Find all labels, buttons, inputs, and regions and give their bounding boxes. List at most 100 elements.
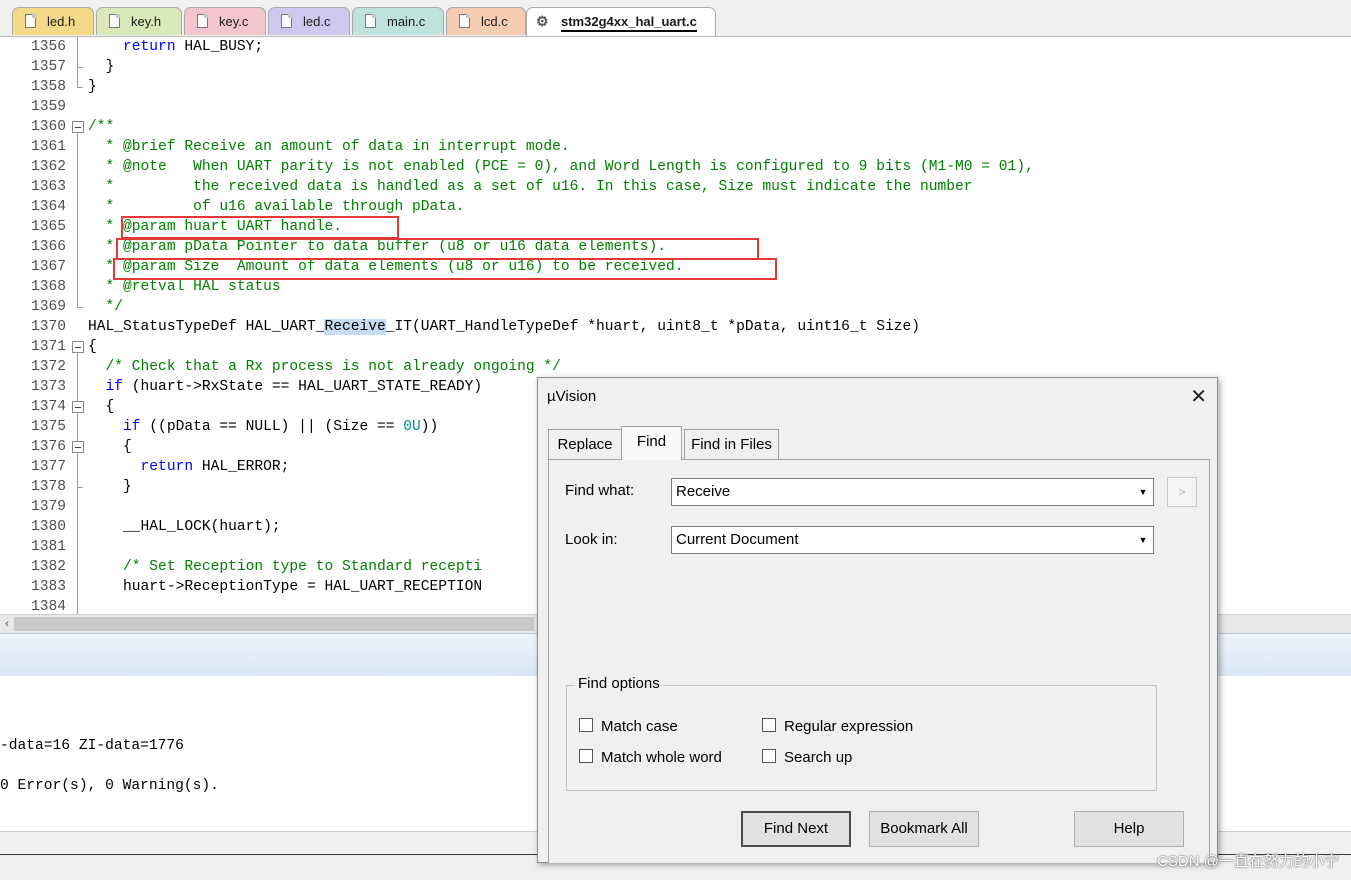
find-what-value: Receive bbox=[676, 483, 731, 500]
find-panel: Find what: Receive ▼ > Look in: Current … bbox=[548, 459, 1210, 863]
line-number: 1373 bbox=[30, 379, 66, 395]
line-number: 1366 bbox=[30, 239, 66, 255]
fold-toggle-icon[interactable] bbox=[72, 441, 84, 453]
fold-toggle-icon[interactable] bbox=[72, 121, 84, 133]
code-line: 1370 HAL_StatusTypeDef HAL_UART_Receive_… bbox=[0, 317, 1351, 337]
tab-lcd-c[interactable]: lcd.c bbox=[446, 7, 526, 35]
chevron-left-icon[interactable]: ‹ bbox=[0, 615, 14, 633]
file-icon bbox=[25, 14, 36, 28]
code-line: 1360 /** bbox=[0, 117, 1351, 137]
code-line: 1372 /* Check that a Rx process is not a… bbox=[0, 357, 1351, 377]
line-number: 1376 bbox=[30, 439, 66, 455]
code-text: HAL_StatusTypeDef HAL_UART_Receive_IT(UA… bbox=[88, 319, 920, 335]
bookmark-all-button[interactable]: Bookmark All bbox=[869, 811, 979, 847]
line-number: 1378 bbox=[30, 479, 66, 495]
match-whole-word-checkbox[interactable]: Match whole word bbox=[579, 749, 722, 766]
code-text: /* Set Reception type to Standard recept… bbox=[123, 559, 483, 575]
line-number: 1363 bbox=[30, 179, 66, 195]
code-text: } bbox=[123, 479, 132, 495]
find-what-combobox[interactable]: Receive ▼ bbox=[671, 478, 1154, 506]
tab-key-h[interactable]: key.h bbox=[96, 7, 182, 35]
tab-led-h[interactable]: led.h bbox=[12, 7, 94, 35]
code-text: huart->ReceptionType = HAL_UART_RECEPTIO… bbox=[123, 579, 483, 595]
checkbox-icon bbox=[579, 718, 593, 732]
chevron-down-icon[interactable]: ▼ bbox=[1134, 480, 1152, 504]
file-tab-bar: led.h key.h key.c led.c main.c lcd.c ⚙ s… bbox=[0, 0, 1351, 37]
code-text: * @retval HAL status bbox=[88, 279, 281, 295]
gear-icon: ⚙ bbox=[536, 13, 549, 29]
fold-toggle-icon[interactable] bbox=[72, 341, 84, 353]
output-line: -data=16 ZI-data=1776 bbox=[0, 738, 184, 754]
close-icon[interactable]: ✕ bbox=[1190, 384, 1207, 409]
chevron-down-icon[interactable]: ▼ bbox=[1134, 528, 1152, 552]
tab-key-c[interactable]: key.c bbox=[184, 7, 266, 35]
code-text: */ bbox=[88, 299, 124, 315]
find-dialog: µVision ✕ Replace Find Find in Files Fin… bbox=[537, 377, 1218, 863]
code-line: 1364 * of u16 available through pData. bbox=[0, 197, 1351, 217]
code-line: 1371 { bbox=[0, 337, 1351, 357]
code-text: if (huart->RxState == HAL_UART_STATE_REA… bbox=[105, 379, 483, 395]
code-text: } bbox=[105, 59, 115, 75]
annotation-box bbox=[116, 238, 759, 260]
look-in-value: Current Document bbox=[676, 531, 799, 548]
line-number: 1381 bbox=[30, 539, 66, 555]
match-case-checkbox[interactable]: Match case bbox=[579, 718, 678, 735]
find-next-button[interactable]: Find Next bbox=[741, 811, 851, 847]
line-number: 1370 bbox=[30, 319, 66, 335]
tab-stm32g4xx-hal-uart-c[interactable]: ⚙ stm32g4xx_hal_uart.c bbox=[526, 7, 716, 36]
tab-led-c[interactable]: led.c bbox=[268, 7, 350, 35]
code-text: * @brief Receive an amount of data in in… bbox=[88, 139, 570, 155]
look-in-combobox[interactable]: Current Document ▼ bbox=[671, 526, 1154, 554]
fold-toggle-icon[interactable] bbox=[72, 401, 84, 413]
regular-expression-checkbox[interactable]: Regular expression bbox=[762, 718, 913, 735]
line-number: 1362 bbox=[30, 159, 66, 175]
tab-find[interactable]: Find bbox=[621, 426, 682, 460]
line-number: 1382 bbox=[30, 559, 66, 575]
code-line: 1361 * @brief Receive an amount of data … bbox=[0, 137, 1351, 157]
code-text: { bbox=[123, 439, 132, 455]
code-text: { bbox=[88, 339, 97, 355]
code-line: 1369 */ bbox=[0, 297, 1351, 317]
code-text: /* Check that a Rx process is not alread… bbox=[88, 359, 561, 375]
line-number: 1375 bbox=[30, 419, 66, 435]
code-line: 1359 bbox=[0, 97, 1351, 117]
file-icon bbox=[109, 14, 120, 28]
line-number: 1357 bbox=[30, 59, 66, 75]
tab-find-in-files[interactable]: Find in Files bbox=[684, 429, 779, 459]
code-line: 1356 return HAL_BUSY; bbox=[0, 37, 1351, 57]
annotation-box bbox=[113, 258, 777, 280]
watermark: CSDN @一直在努力的小宁 bbox=[1157, 853, 1339, 870]
find-options-group: Find options Match case Regular expressi… bbox=[566, 675, 1157, 791]
file-icon bbox=[197, 14, 208, 28]
look-in-label: Look in: bbox=[565, 531, 618, 548]
line-number: 1364 bbox=[30, 199, 66, 215]
annotation-box bbox=[121, 216, 399, 239]
scrollbar-thumb[interactable] bbox=[14, 617, 534, 631]
more-button[interactable]: > bbox=[1167, 477, 1197, 507]
line-number: 1377 bbox=[30, 459, 66, 475]
checkbox-icon bbox=[579, 749, 593, 763]
search-highlight: Receive bbox=[324, 319, 386, 335]
find-what-label: Find what: bbox=[565, 482, 635, 499]
line-number: 1368 bbox=[30, 279, 66, 295]
line-number: 1379 bbox=[30, 499, 66, 515]
code-text: /** bbox=[88, 119, 115, 135]
code-text: * the received data is handled as a set … bbox=[88, 179, 973, 195]
tab-main-c[interactable]: main.c bbox=[352, 7, 444, 35]
line-number: 1360 bbox=[30, 119, 66, 135]
line-number: 1358 bbox=[30, 79, 66, 95]
code-text: return HAL_ERROR; bbox=[140, 459, 290, 475]
line-number: 1383 bbox=[30, 579, 66, 595]
line-number: 1374 bbox=[30, 399, 66, 415]
search-up-checkbox[interactable]: Search up bbox=[762, 749, 852, 766]
help-button[interactable]: Help bbox=[1074, 811, 1184, 847]
find-options-title: Find options bbox=[575, 675, 663, 692]
output-line: 0 Error(s), 0 Warning(s). bbox=[0, 778, 219, 794]
line-number: 1371 bbox=[30, 339, 66, 355]
code-line: 1363 * the received data is handled as a… bbox=[0, 177, 1351, 197]
file-icon bbox=[281, 14, 292, 28]
tab-replace[interactable]: Replace bbox=[548, 429, 622, 459]
code-text: } bbox=[88, 79, 97, 95]
code-text: __HAL_LOCK(huart); bbox=[123, 519, 281, 535]
line-number: 1365 bbox=[30, 219, 66, 235]
